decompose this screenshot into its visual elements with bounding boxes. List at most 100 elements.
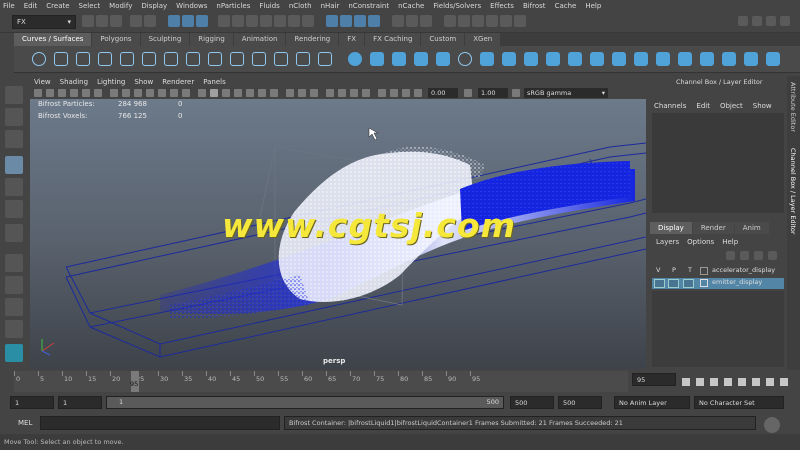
time-slider-track[interactable]: 0 5 10 15 20 25 30 35 40 45 50 55 60 65 …	[14, 371, 628, 392]
anti-aliasing-icon[interactable]	[350, 89, 358, 97]
redo-icon[interactable]	[144, 15, 156, 27]
view-transform-dropdown[interactable]: sRGB gamma ▾	[524, 88, 608, 98]
gamma-icon[interactable]	[464, 89, 472, 97]
bookmarks-icon[interactable]	[58, 89, 66, 97]
nurbs-plane-icon[interactable]	[436, 52, 450, 66]
toggle-attribute-editor-icon[interactable]	[752, 16, 762, 26]
side-tab-attribute-editor[interactable]: Attribute Editor	[789, 82, 797, 132]
film-gate-icon[interactable]	[122, 89, 130, 97]
exposure-icon[interactable]	[414, 89, 422, 97]
select-tool-icon[interactable]	[5, 86, 23, 104]
smooth-shade-icon[interactable]	[210, 89, 218, 97]
xray-components-icon[interactable]	[310, 89, 318, 97]
viewport-menu-view[interactable]: View	[34, 78, 51, 86]
shelf-tab-fx-caching[interactable]: FX Caching	[365, 33, 421, 46]
go-to-end-icon[interactable]	[780, 378, 788, 386]
shelf-tab-sculpting[interactable]: Sculpting	[140, 33, 190, 46]
move-layer-down-icon[interactable]	[740, 251, 749, 260]
channel-box-menu-object[interactable]: Object	[720, 102, 743, 110]
planar-icon[interactable]	[524, 52, 538, 66]
nurbs-torus-icon[interactable]	[458, 52, 472, 66]
mask-dynamics-icon[interactable]	[288, 15, 300, 27]
isolate-select-icon[interactable]	[378, 89, 386, 97]
step-back-frame-icon[interactable]	[696, 378, 704, 386]
depth-of-field-icon[interactable]	[362, 89, 370, 97]
birail-icon[interactable]	[568, 52, 582, 66]
menu-fields-solvers[interactable]: Fields/Solvers	[433, 2, 481, 10]
xray-icon[interactable]	[286, 89, 294, 97]
resolution-gate-icon[interactable]	[134, 89, 142, 97]
play-backwards-icon[interactable]	[724, 378, 732, 386]
untrim-icon[interactable]	[744, 52, 758, 66]
boundary-icon[interactable]	[612, 52, 626, 66]
nurbs-sphere-icon[interactable]	[348, 52, 362, 66]
viewport-menu-shading[interactable]: Shading	[60, 78, 88, 86]
render-view-icon[interactable]	[444, 15, 456, 27]
single-perspective-layout-icon[interactable]	[5, 224, 23, 242]
toggle-tool-settings-icon[interactable]	[766, 16, 776, 26]
four-view-layout-icon[interactable]	[5, 254, 23, 272]
wireframe-on-shaded-icon[interactable]	[222, 89, 230, 97]
persp-outliner-layout-icon[interactable]	[5, 276, 23, 294]
lasso-tool-icon[interactable]	[5, 108, 23, 126]
channel-box-menu-edit[interactable]: Edit	[696, 102, 710, 110]
channel-box-menu-show[interactable]: Show	[753, 102, 772, 110]
gamma-field[interactable]: 1.00	[478, 88, 508, 98]
script-editor-icon[interactable]	[764, 417, 780, 433]
layer-menu-options[interactable]: Options	[687, 238, 714, 246]
layer-visible-toggle[interactable]	[654, 279, 665, 288]
nurbs-cone-icon[interactable]	[414, 52, 428, 66]
mask-deformers-icon[interactable]	[274, 15, 286, 27]
new-layer-icon[interactable]	[754, 251, 763, 260]
xray-joints-icon[interactable]	[298, 89, 306, 97]
image-plane-icon[interactable]	[70, 89, 78, 97]
shelf-tab-custom[interactable]: Custom	[421, 33, 465, 46]
shelf-tab-rigging[interactable]: Rigging	[190, 33, 233, 46]
menu-select[interactable]: Select	[79, 2, 101, 10]
animation-start-field[interactable]: 1	[10, 396, 54, 409]
extrude-icon[interactable]	[546, 52, 560, 66]
extend-curve-icon[interactable]	[252, 52, 266, 66]
shelf-tab-curves-surfaces[interactable]: Curves / Surfaces	[14, 33, 92, 46]
ambient-occlusion-icon[interactable]	[326, 89, 334, 97]
menu-set-dropdown[interactable]: FX ▾	[12, 15, 76, 29]
animation-end-field[interactable]: 500	[558, 396, 602, 409]
menu-cache[interactable]: Cache	[555, 2, 577, 10]
persp-graph-layout-icon[interactable]	[5, 298, 23, 316]
cv-curve-icon[interactable]	[98, 52, 112, 66]
insert-knot-icon[interactable]	[230, 52, 244, 66]
revolve-icon[interactable]	[480, 52, 494, 66]
grease-pencil-icon[interactable]	[94, 89, 102, 97]
wireframe-icon[interactable]	[198, 89, 206, 97]
layer-color-swatch[interactable]	[700, 267, 708, 275]
safe-action-icon[interactable]	[170, 89, 178, 97]
motion-blur-icon[interactable]	[338, 89, 346, 97]
shelf-tab-animation[interactable]: Animation	[233, 33, 286, 46]
channel-box-menu-channels[interactable]: Channels	[654, 102, 686, 110]
new-scene-icon[interactable]	[82, 15, 94, 27]
gate-mask-icon[interactable]	[146, 89, 154, 97]
playback-start-field[interactable]: 1	[58, 396, 102, 409]
menu-edit[interactable]: Edit	[24, 2, 38, 10]
mask-joints-icon[interactable]	[232, 15, 244, 27]
detach-curves-icon[interactable]	[208, 52, 222, 66]
shelf-tab-rendering[interactable]: Rendering	[286, 33, 339, 46]
menu-fluids[interactable]: Fluids	[259, 2, 279, 10]
grid-icon[interactable]	[110, 89, 118, 97]
step-forward-frame-icon[interactable]	[766, 378, 774, 386]
attach-curves-icon[interactable]	[186, 52, 200, 66]
perspective-viewport[interactable]: Bifrost Particles: 284 968 0 Bifrost Vox…	[30, 99, 646, 369]
input-operations-icon[interactable]	[406, 15, 418, 27]
add-points-icon[interactable]	[318, 52, 332, 66]
toggle-hud-icon[interactable]	[402, 89, 410, 97]
ep-curve-icon[interactable]	[76, 52, 90, 66]
outliner-layout-icon[interactable]	[5, 320, 23, 338]
rebuild-curve-icon[interactable]	[296, 52, 310, 66]
command-language-label[interactable]: MEL	[18, 419, 32, 427]
ipr-render-icon[interactable]	[472, 15, 484, 27]
playback-end-field[interactable]: 500	[510, 396, 554, 409]
use-all-lights-icon[interactable]	[258, 89, 266, 97]
viewport-menu-renderer[interactable]: Renderer	[162, 78, 194, 86]
square-surface-icon[interactable]	[634, 52, 648, 66]
loft-icon[interactable]	[502, 52, 516, 66]
